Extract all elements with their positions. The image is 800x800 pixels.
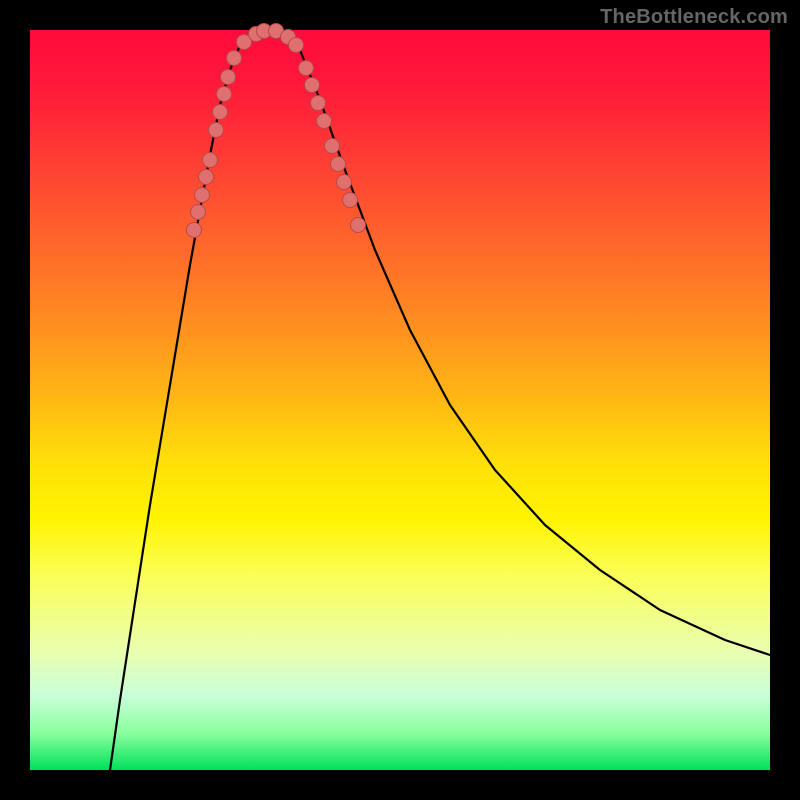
marker-dot (317, 114, 332, 129)
marker-dot (227, 51, 242, 66)
marker-dot (331, 157, 346, 172)
chart-frame: TheBottleneck.com (0, 0, 800, 800)
marker-dot (195, 188, 210, 203)
marker-dot (187, 223, 202, 238)
watermark-label: TheBottleneck.com (600, 6, 788, 29)
marker-dot (325, 139, 340, 154)
marker-dot (343, 193, 358, 208)
marker-dot (199, 170, 214, 185)
marker-dot (213, 105, 228, 120)
marker-dots (187, 24, 366, 238)
plot-area (30, 30, 770, 770)
marker-dot (217, 87, 232, 102)
curve-svg (30, 30, 770, 770)
marker-dot (311, 96, 326, 111)
marker-dot (299, 61, 314, 76)
marker-dot (191, 205, 206, 220)
bottleneck-curve (110, 30, 770, 770)
marker-dot (305, 78, 320, 93)
marker-dot (351, 218, 366, 233)
marker-dot (209, 123, 224, 138)
marker-dot (337, 175, 352, 190)
marker-dot (289, 38, 304, 53)
marker-dot (221, 70, 236, 85)
marker-dot (203, 153, 218, 168)
